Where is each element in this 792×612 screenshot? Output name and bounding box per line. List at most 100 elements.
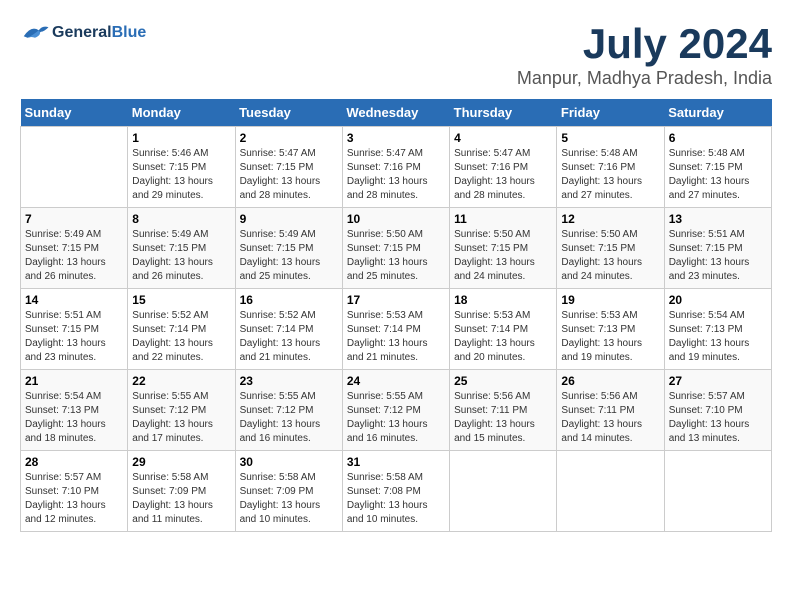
day-of-week-header: Sunday: [21, 99, 128, 127]
day-info: Sunrise: 5:53 AMSunset: 7:14 PMDaylight:…: [454, 309, 552, 365]
day-number: 30: [240, 455, 338, 469]
calendar-cell: 18 Sunrise: 5:53 AMSunset: 7:14 PMDayligh…: [450, 289, 557, 370]
calendar-cell: 10 Sunrise: 5:50 AMSunset: 7:15 PMDayligh…: [342, 208, 449, 289]
day-info: Sunrise: 5:55 AMSunset: 7:12 PMDaylight:…: [347, 390, 445, 446]
day-number: 12: [561, 212, 659, 226]
title-section: July 2024 Manpur, Madhya Pradesh, India: [517, 20, 772, 89]
calendar-table: SundayMondayTuesdayWednesdayThursdayFrid…: [20, 99, 772, 532]
calendar-cell: 7Sunrise: 5:49 AMSunset: 7:15 PMDaylight…: [21, 208, 128, 289]
day-number: 24: [347, 374, 445, 388]
calendar-cell: 16Sunrise: 5:52 AMSunset: 7:14 PMDayligh…: [235, 289, 342, 370]
calendar-cell: [450, 451, 557, 532]
calendar-cell: 23 Sunrise: 5:55 AMSunset: 7:12 PMDayligh…: [235, 370, 342, 451]
calendar-cell: 15 Sunrise: 5:52 AMSunset: 7:14 PMDayligh…: [128, 289, 235, 370]
day-number: 26: [561, 374, 659, 388]
day-number: 4: [454, 131, 552, 145]
day-info: Sunrise: 5:49 AMSunset: 7:15 PMDaylight:…: [25, 228, 123, 284]
calendar-cell: 19Sunrise: 5:53 AMSunset: 7:13 PMDayligh…: [557, 289, 664, 370]
calendar-cell: [664, 451, 771, 532]
day-info: Sunrise: 5:55 AMSunset: 7:12 PMDaylight:…: [132, 390, 230, 446]
day-number: 20: [669, 293, 767, 307]
day-number: 18: [454, 293, 552, 307]
day-info: Sunrise: 5:51 AMSunset: 7:15 PMDaylight:…: [669, 228, 767, 284]
day-number: 21: [25, 374, 123, 388]
day-number: 2: [240, 131, 338, 145]
calendar-cell: 8 Sunrise: 5:49 AMSunset: 7:15 PMDaylight…: [128, 208, 235, 289]
day-info: Sunrise: 5:53 AMSunset: 7:14 PMDaylight:…: [347, 309, 445, 365]
day-info: Sunrise: 5:56 AMSunset: 7:11 PMDaylight:…: [454, 390, 552, 446]
day-number: 22: [132, 374, 230, 388]
day-info: Sunrise: 5:55 AMSunset: 7:12 PMDaylight:…: [240, 390, 338, 446]
day-number: 27: [669, 374, 767, 388]
calendar-cell: 11Sunrise: 5:50 AMSunset: 7:15 PMDayligh…: [450, 208, 557, 289]
calendar-week-row: 21 Sunrise: 5:54 AMSunset: 7:13 PMDayligh…: [21, 370, 772, 451]
day-number: 6: [669, 131, 767, 145]
day-number: 5: [561, 131, 659, 145]
day-number: 23: [240, 374, 338, 388]
day-number: 28: [25, 455, 123, 469]
day-info: Sunrise: 5:52 AMSunset: 7:14 PMDaylight:…: [132, 309, 230, 365]
day-number: 3: [347, 131, 445, 145]
calendar-cell: 4 Sunrise: 5:47 AMSunset: 7:16 PMDaylight…: [450, 127, 557, 208]
calendar-cell: 26 Sunrise: 5:56 AMSunset: 7:11 PMDayligh…: [557, 370, 664, 451]
day-info: Sunrise: 5:46 AMSunset: 7:15 PMDaylight:…: [132, 147, 230, 203]
day-number: 15: [132, 293, 230, 307]
day-of-week-header: Tuesday: [235, 99, 342, 127]
day-of-week-header: Friday: [557, 99, 664, 127]
day-info: Sunrise: 5:51 AMSunset: 7:15 PMDaylight:…: [25, 309, 123, 365]
calendar-cell: 6 Sunrise: 5:48 AMSunset: 7:15 PMDaylight…: [664, 127, 771, 208]
day-number: 13: [669, 212, 767, 226]
calendar-cell: 22 Sunrise: 5:55 AMSunset: 7:12 PMDayligh…: [128, 370, 235, 451]
day-info: Sunrise: 5:57 AMSunset: 7:10 PMDaylight:…: [25, 471, 123, 527]
location-title: Manpur, Madhya Pradesh, India: [517, 68, 772, 89]
day-info: Sunrise: 5:56 AMSunset: 7:11 PMDaylight:…: [561, 390, 659, 446]
day-info: Sunrise: 5:53 AMSunset: 7:13 PMDaylight:…: [561, 309, 659, 365]
day-number: 8: [132, 212, 230, 226]
day-number: 25: [454, 374, 552, 388]
calendar-cell: 31Sunrise: 5:58 AMSunset: 7:08 PMDayligh…: [342, 451, 449, 532]
page-header: GeneralBlue July 2024 Manpur, Madhya Pra…: [20, 20, 772, 89]
day-info: Sunrise: 5:47 AMSunset: 7:15 PMDaylight:…: [240, 147, 338, 203]
calendar-cell: 5 Sunrise: 5:48 AMSunset: 7:16 PMDaylight…: [557, 127, 664, 208]
calendar-cell: 3 Sunrise: 5:47 AMSunset: 7:16 PMDaylight…: [342, 127, 449, 208]
calendar-cell: 24 Sunrise: 5:55 AMSunset: 7:12 PMDayligh…: [342, 370, 449, 451]
day-info: Sunrise: 5:47 AMSunset: 7:16 PMDaylight:…: [454, 147, 552, 203]
calendar-week-row: 1 Sunrise: 5:46 AMSunset: 7:15 PMDaylight…: [21, 127, 772, 208]
day-info: Sunrise: 5:58 AMSunset: 7:09 PMDaylight:…: [240, 471, 338, 527]
day-of-week-header: Monday: [128, 99, 235, 127]
day-number: 14: [25, 293, 123, 307]
calendar-cell: 30 Sunrise: 5:58 AMSunset: 7:09 PMDayligh…: [235, 451, 342, 532]
day-info: Sunrise: 5:58 AMSunset: 7:09 PMDaylight:…: [132, 471, 230, 527]
calendar-cell: 17 Sunrise: 5:53 AMSunset: 7:14 PMDayligh…: [342, 289, 449, 370]
day-number: 17: [347, 293, 445, 307]
logo-icon: [20, 20, 50, 45]
month-title: July 2024: [517, 20, 772, 68]
logo-blue: Blue: [112, 24, 147, 41]
day-number: 10: [347, 212, 445, 226]
day-info: Sunrise: 5:50 AMSunset: 7:15 PMDaylight:…: [347, 228, 445, 284]
calendar-week-row: 7Sunrise: 5:49 AMSunset: 7:15 PMDaylight…: [21, 208, 772, 289]
day-info: Sunrise: 5:48 AMSunset: 7:15 PMDaylight:…: [669, 147, 767, 203]
calendar-cell: 14 Sunrise: 5:51 AMSunset: 7:15 PMDayligh…: [21, 289, 128, 370]
day-of-week-header: Saturday: [664, 99, 771, 127]
calendar-cell: [21, 127, 128, 208]
calendar-cell: 2 Sunrise: 5:47 AMSunset: 7:15 PMDaylight…: [235, 127, 342, 208]
day-of-week-header: Thursday: [450, 99, 557, 127]
calendar-cell: 29Sunrise: 5:58 AMSunset: 7:09 PMDayligh…: [128, 451, 235, 532]
day-of-week-header: Wednesday: [342, 99, 449, 127]
days-header-row: SundayMondayTuesdayWednesdayThursdayFrid…: [21, 99, 772, 127]
calendar-week-row: 28 Sunrise: 5:57 AMSunset: 7:10 PMDayligh…: [21, 451, 772, 532]
day-info: Sunrise: 5:54 AMSunset: 7:13 PMDaylight:…: [669, 309, 767, 365]
day-info: Sunrise: 5:48 AMSunset: 7:16 PMDaylight:…: [561, 147, 659, 203]
day-info: Sunrise: 5:49 AMSunset: 7:15 PMDaylight:…: [132, 228, 230, 284]
calendar-cell: 12Sunrise: 5:50 AMSunset: 7:15 PMDayligh…: [557, 208, 664, 289]
calendar-cell: 28 Sunrise: 5:57 AMSunset: 7:10 PMDayligh…: [21, 451, 128, 532]
day-info: Sunrise: 5:54 AMSunset: 7:13 PMDaylight:…: [25, 390, 123, 446]
day-number: 11: [454, 212, 552, 226]
logo-general: General: [52, 24, 112, 41]
day-info: Sunrise: 5:47 AMSunset: 7:16 PMDaylight:…: [347, 147, 445, 203]
day-info: Sunrise: 5:58 AMSunset: 7:08 PMDaylight:…: [347, 471, 445, 527]
day-number: 1: [132, 131, 230, 145]
calendar-cell: 20 Sunrise: 5:54 AMSunset: 7:13 PMDayligh…: [664, 289, 771, 370]
calendar-cell: 1 Sunrise: 5:46 AMSunset: 7:15 PMDaylight…: [128, 127, 235, 208]
